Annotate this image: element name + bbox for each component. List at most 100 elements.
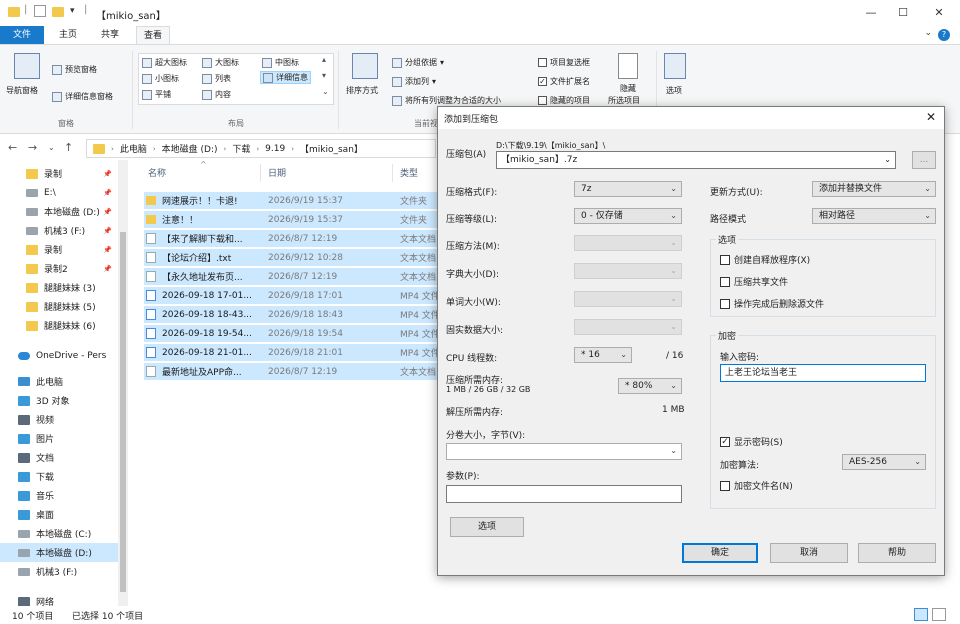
layout-list[interactable]: 列表 [202,72,231,85]
hide-selected-label[interactable]: 隐藏 [620,83,636,94]
checkbox[interactable] [720,254,730,265]
checkbox-checked[interactable]: ✓ [720,436,730,447]
sidebar-item[interactable]: 图片 [0,429,118,448]
password-input[interactable]: 上老王论坛当老王 [720,364,926,382]
sidebar-item[interactable]: 本地磁盘 (C:) [0,524,118,543]
file-extensions-toggle[interactable]: ✓ 文件扩展名 [538,75,590,88]
sidebar-item[interactable]: 腿腿妹妹 (3) [0,278,118,297]
sfx-checkbox[interactable]: 创建自释放程序(X) [720,253,810,266]
level-select[interactable]: 0 - 仅存储 ⌄ [574,208,682,224]
gallery-scroll-up-icon[interactable]: ▴ [322,55,326,64]
table-row[interactable]: 2026-09-18 19-54... 2026/9/18 19:54 MP4 文件 [144,325,440,342]
checkbox[interactable] [538,96,547,105]
table-row[interactable]: 2026-09-18 17-01... 2026/9/18 17:01 MP4 文件 [144,287,440,304]
group-by-button[interactable]: 分组依据 ▾ [392,56,444,69]
ok-button[interactable]: 确定 [682,543,758,563]
sidebar-item[interactable]: 桌面 [0,505,118,524]
sidebar-item[interactable]: 本地磁盘 (D:) 📌 [0,202,118,221]
shared-files-checkbox[interactable]: 压缩共享文件 [720,275,788,288]
column-header-type[interactable]: 类型 [400,166,418,179]
navigation-pane-icon[interactable] [14,53,40,79]
path-mode-select[interactable]: 相对路径 ⌄ [812,208,936,224]
sidebar-item[interactable]: 文档 [0,448,118,467]
layout-extra-large[interactable]: 超大图标 [142,56,187,69]
up-arrow-icon[interactable]: ↑ [64,141,73,154]
sidebar-item[interactable]: 本地磁盘 (D:) [0,543,118,562]
browse-button[interactable]: ... [912,151,936,169]
sidebar-item[interactable]: 录制 📌 [0,240,118,259]
add-columns-button[interactable]: 添加列 ▾ [392,75,436,88]
large-icons-view-icon[interactable] [932,608,946,621]
memory-select[interactable]: * 80% ⌄ [618,378,682,394]
help-button[interactable]: 帮助 [858,543,936,563]
sidebar-item[interactable]: 腿腿妹妹 (6) [0,316,118,335]
new-folder-icon[interactable] [52,7,64,17]
table-row[interactable]: 最新地址及APP命... 2026/8/7 12:19 文本文档 [144,363,440,380]
crumb-downloads[interactable]: 下载 [232,142,250,155]
delete-after-checkbox[interactable]: 操作完成后删除源文件 [720,297,824,310]
archive-name-input[interactable]: 【mikio_san】.7z ⌄ [496,151,896,169]
properties-icon[interactable] [34,5,46,17]
close-icon[interactable]: ✕ [926,110,936,124]
options-icon[interactable] [664,53,686,79]
layout-large[interactable]: 大图标 [202,56,239,69]
hide-selected-icon[interactable] [618,53,638,79]
sidebar-item[interactable]: 录制2 📌 [0,259,118,278]
chevron-down-icon[interactable]: ⌄ [924,28,932,38]
help-icon[interactable]: ? [938,29,950,41]
table-row[interactable]: 【来了解脚下载和... 2026/8/7 12:19 文本文档 [144,230,440,247]
maximize-button[interactable]: ☐ [888,4,918,22]
sidebar-item[interactable]: 此电脑 [0,372,118,391]
scrollbar[interactable] [118,160,128,606]
item-checkboxes-toggle[interactable]: 项目复选框 [538,56,590,69]
encrypt-names-checkbox[interactable]: 加密文件名(N) [720,479,793,492]
checkbox[interactable] [720,480,730,491]
sidebar-item[interactable]: E:\ 📌 [0,183,118,202]
gallery-scroll-down-icon[interactable]: ▾ [322,71,326,80]
details-view-icon[interactable] [914,608,928,621]
table-row[interactable]: 【论坛介绍】.txt 2026/9/12 10:28 文本文档 [144,249,440,266]
tab-file[interactable]: 文件 [0,26,44,44]
options-button[interactable]: 选项 [450,517,524,537]
checkbox[interactable] [720,298,730,309]
layout-medium[interactable]: 中图标 [262,56,299,69]
split-size-input[interactable]: ⌄ [446,443,682,460]
gallery-more-icon[interactable]: ⌄ [322,87,329,96]
checkbox[interactable] [720,276,730,287]
params-input[interactable] [446,485,682,503]
sort-icon[interactable] [352,53,378,79]
sidebar-item[interactable]: 机械3 (F:) 📌 [0,221,118,240]
breadcrumb[interactable]: › 此电脑 › 本地磁盘 (D:) › 下载 › 9.19 › 【mikio_s… [86,139,436,158]
recent-dropdown-icon[interactable]: ⌄ [48,143,55,152]
layout-details[interactable]: 详细信息 [260,71,311,84]
tab-share[interactable]: 共享 [94,26,126,44]
table-row[interactable]: 注意！！ 2026/9/19 15:37 文件夹 [144,211,440,228]
encryption-method-select[interactable]: AES-256 ⌄ [842,454,926,470]
table-row[interactable]: 【永久地址发布页... 2026/8/7 12:19 文本文档 [144,268,440,285]
preview-pane-button[interactable]: 预览窗格 [52,63,97,76]
minimize-button[interactable]: — [856,4,886,22]
threads-select[interactable]: * 16 ⌄ [574,347,632,363]
update-mode-select[interactable]: 添加并替换文件 ⌄ [812,181,936,197]
scrollbar-thumb[interactable] [120,232,126,592]
sort-by-button[interactable]: 排序方式 [346,85,378,96]
forward-arrow-icon[interactable]: → [28,141,37,154]
quick-access-dropdown-icon[interactable]: ▾ [70,6,75,20]
table-row[interactable]: 网速展示！！卡退! 2026/9/19 15:37 文件夹 [144,192,440,209]
layout-small[interactable]: 小图标 [142,72,179,85]
divider[interactable] [260,164,261,182]
nav-pane-button[interactable]: 导航窗格 [6,85,38,96]
crumb-this-pc[interactable]: 此电脑 [120,142,147,155]
show-password-checkbox[interactable]: ✓ 显示密码(S) [720,435,783,448]
column-header-date[interactable]: 日期 [268,166,286,179]
back-arrow-icon[interactable]: ← [8,141,17,154]
column-header-name[interactable]: 名称 [148,166,166,179]
crumb-current[interactable]: 【mikio_san】 [300,142,363,155]
sidebar-item[interactable]: 录制 📌 [0,164,118,183]
close-button[interactable]: ✕ [924,4,954,22]
crumb-9-19[interactable]: 9.19 [265,144,285,154]
sidebar-item[interactable]: 机械3 (F:) [0,562,118,581]
table-row[interactable]: 2026-09-18 21-01... 2026/9/18 21:01 MP4 文件 [144,344,440,361]
layout-tiles[interactable]: 平铺 [142,88,171,101]
sidebar-item[interactable]: 腿腿妹妹 (5) [0,297,118,316]
